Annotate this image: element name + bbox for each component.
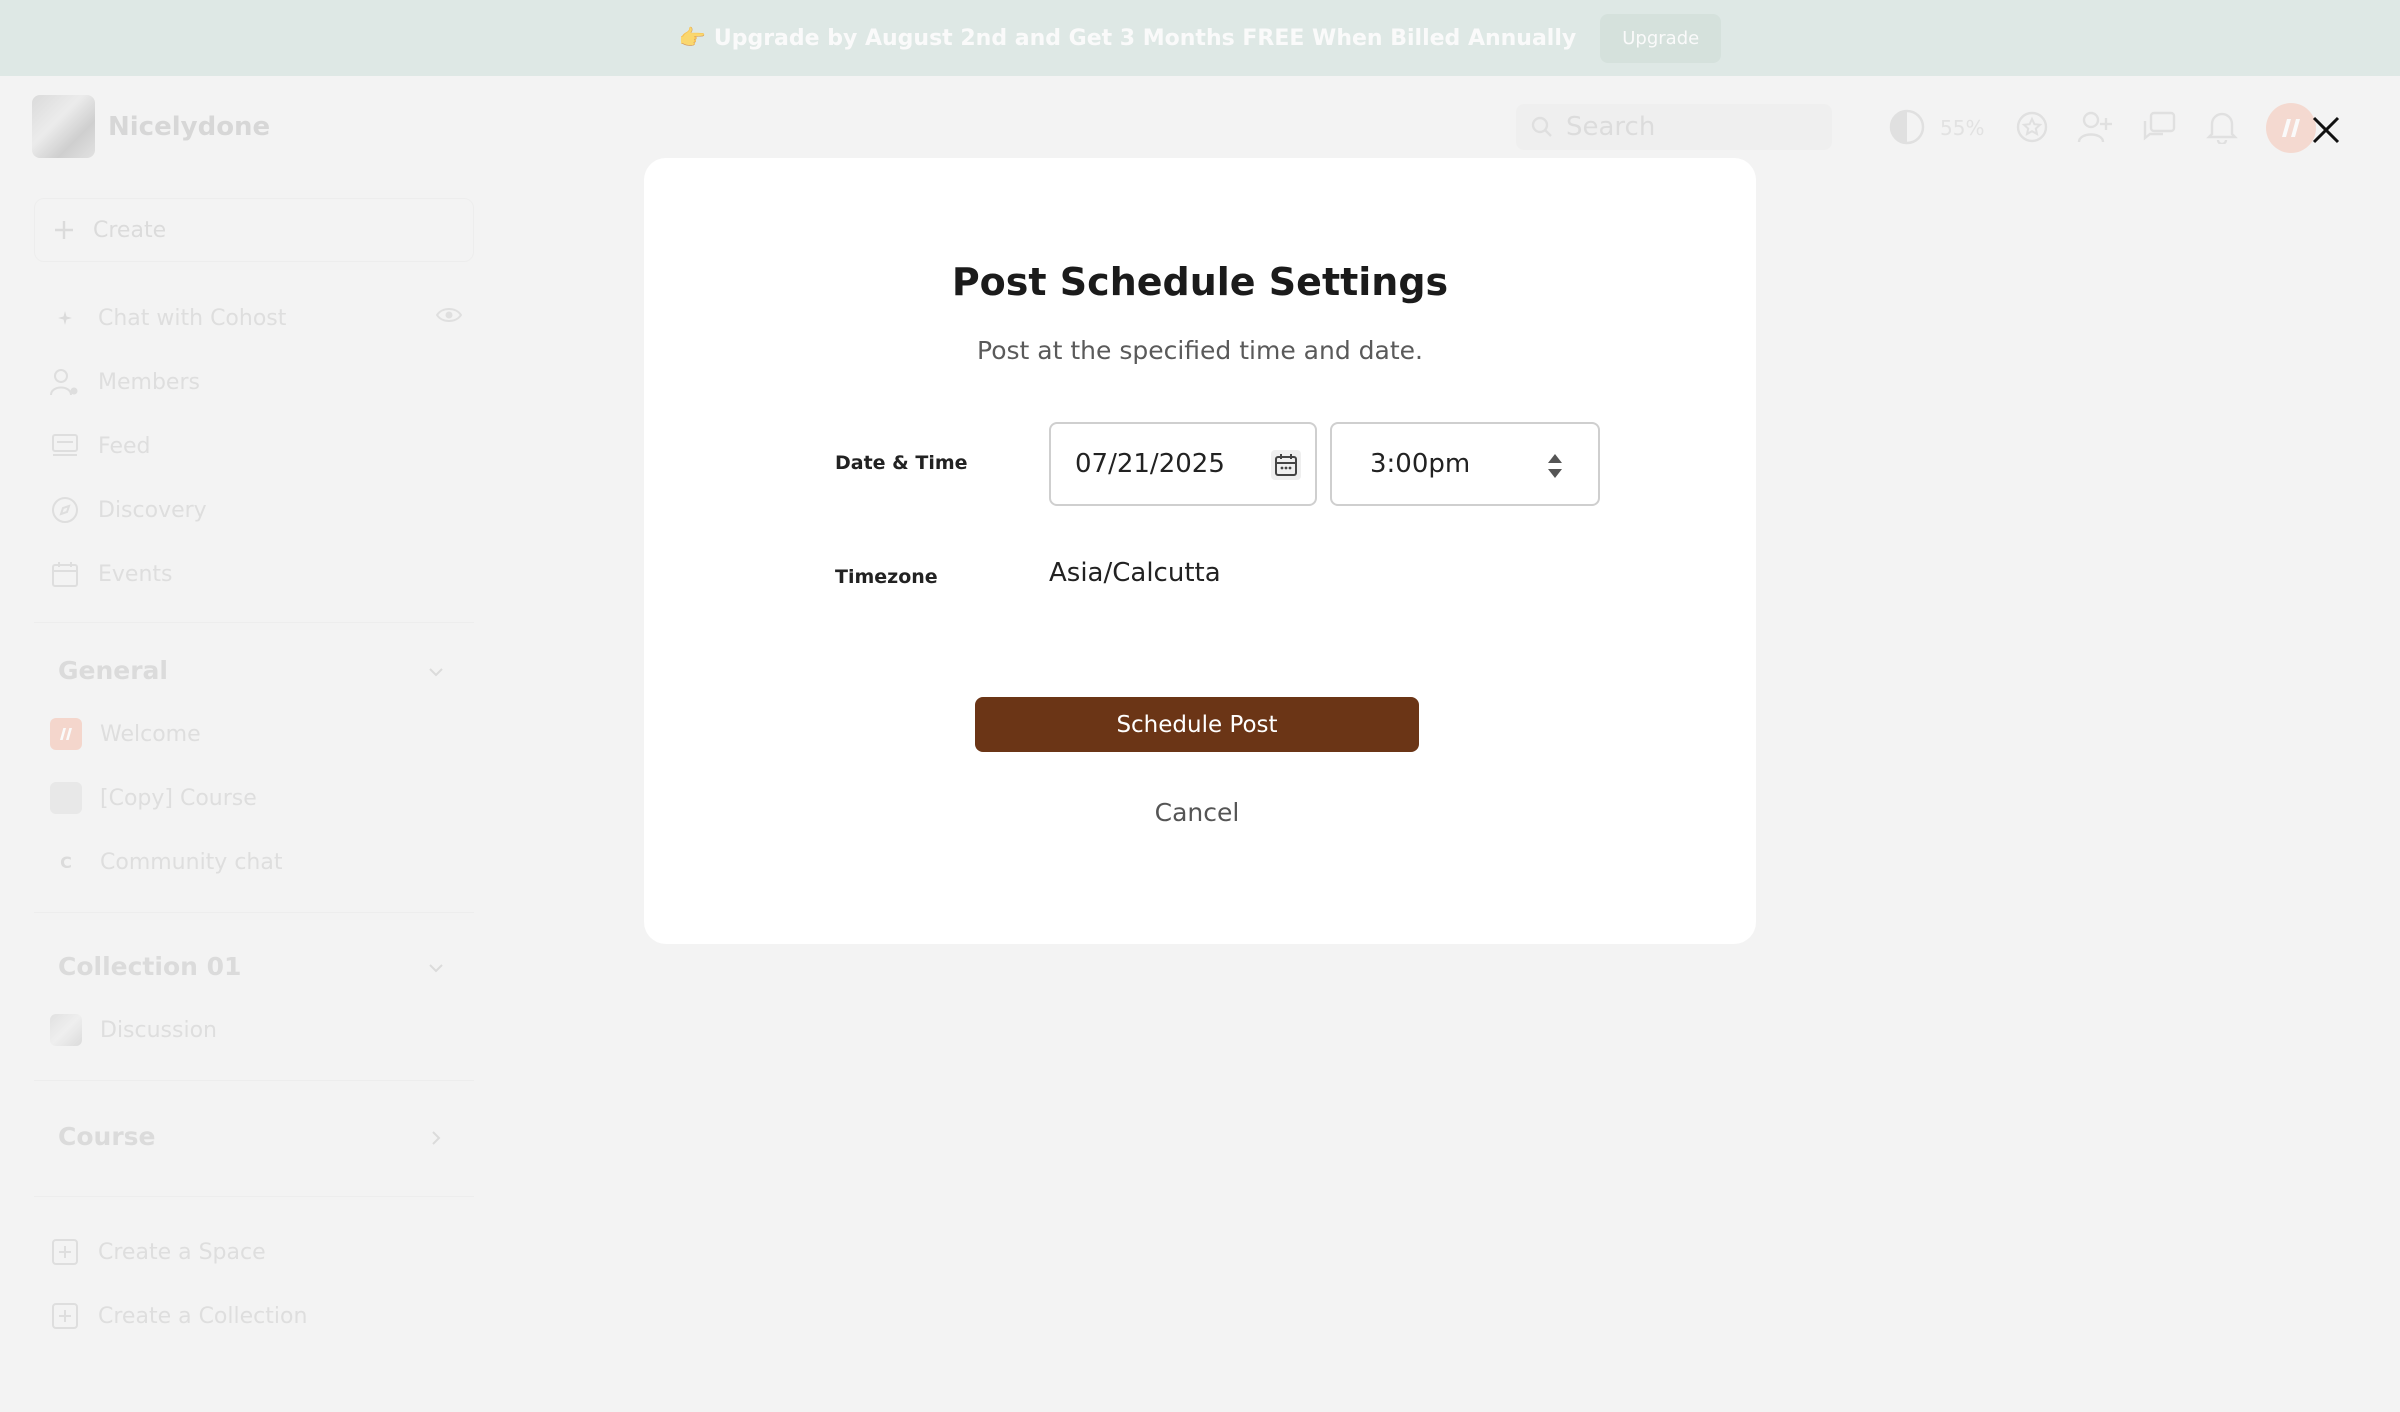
close-icon[interactable] xyxy=(2308,112,2344,148)
date-value: 07/21/2025 xyxy=(1075,449,1225,479)
modal-subtitle: Post at the specified time and date. xyxy=(977,336,1423,365)
time-select[interactable]: 3:00pm xyxy=(1330,422,1600,506)
date-time-label: Date & Time xyxy=(835,452,968,474)
timezone-value: Asia/Calcutta xyxy=(1049,558,1221,588)
modal-title: Post Schedule Settings xyxy=(951,260,1449,304)
calendar-picker-icon[interactable] xyxy=(1271,450,1301,480)
schedule-post-button[interactable]: Schedule Post xyxy=(975,697,1419,752)
time-value: 3:00pm xyxy=(1370,449,1471,479)
cancel-button[interactable]: Cancel xyxy=(644,798,1750,827)
date-input[interactable]: 07/21/2025 xyxy=(1049,422,1317,506)
up-down-arrows-icon xyxy=(1548,454,1562,478)
post-schedule-modal: Post Schedule Settings Post at the speci… xyxy=(644,158,1756,944)
timezone-label: Timezone xyxy=(835,566,938,588)
